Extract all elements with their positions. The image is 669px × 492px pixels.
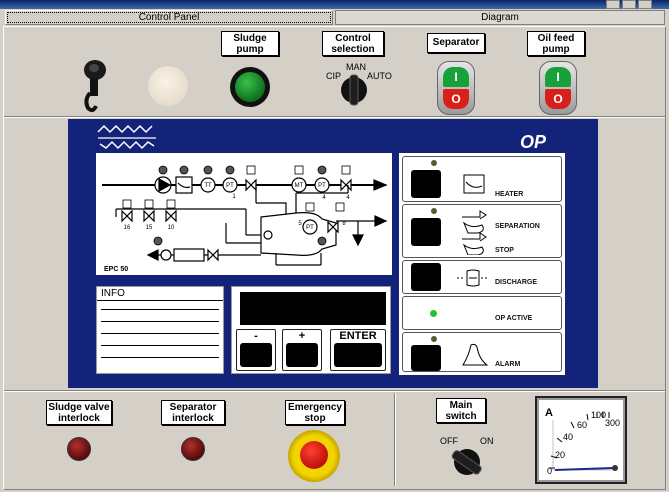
maximize-button[interactable] (622, 0, 636, 9)
discharge-row: DISCHARGE (402, 260, 562, 294)
sludge-valve-interlock-lamp (67, 437, 91, 461)
enter-key[interactable]: ENTER (330, 329, 386, 371)
tag-4b: 4 (346, 195, 350, 201)
process-diagram: TT PT MT PT PT 1 4 4 5 8 16 15 10 EPC 50 (96, 153, 392, 275)
tag-10: 10 (168, 225, 175, 231)
process-diagram-svg: TT PT MT PT PT 1 4 4 5 8 16 15 10 EPC 50 (102, 165, 388, 273)
pt-tag: PT (226, 183, 234, 189)
emergency-stop-button[interactable] (288, 430, 340, 482)
separator-start-stop-button[interactable]: I O (437, 61, 475, 115)
epc-label: EPC 50 (104, 266, 128, 273)
key-switch-icon (84, 60, 106, 113)
separation-row: SEPARATION STOP (402, 204, 562, 258)
vertical-divider (394, 393, 396, 486)
main-switch-label: Main switch (436, 398, 486, 423)
tt-tag: TT (204, 183, 212, 189)
oil-feed-pump-label: Oil feed pump (527, 31, 585, 56)
control-selection-switch[interactable] (339, 72, 369, 106)
separator-icon (462, 210, 487, 255)
op-active-led (430, 310, 437, 317)
rotary-switch-icon (451, 449, 482, 475)
tag-15: 15 (146, 225, 153, 231)
alarm-row: ALARM (402, 332, 562, 372)
emergency-stop-label: Emergency stop (285, 400, 345, 425)
heater-row: HEATER (402, 156, 562, 202)
ammeter-unit: A (545, 407, 553, 419)
minus-key[interactable]: - (236, 329, 276, 371)
discharge-button[interactable] (411, 263, 441, 291)
key-switch[interactable] (80, 58, 110, 113)
info-label: INFO (97, 287, 223, 301)
window-title-bar (0, 0, 669, 9)
status-column: HEATER SEPARATION STOP DISCHARGE OP ACTI… (399, 153, 565, 375)
oil-feed-pump-start-button[interactable]: I (545, 67, 571, 87)
tag-4: 4 (322, 195, 326, 201)
tag-16: 16 (124, 225, 131, 231)
divider-lower (4, 390, 665, 392)
oil-feed-pump-stop-button[interactable]: O (545, 89, 571, 109)
separation-button[interactable] (411, 218, 441, 246)
heater-icon (463, 174, 485, 194)
alarm-button[interactable] (411, 345, 441, 371)
op-active-row: OP ACTIVE (402, 296, 562, 330)
ammeter-tick-0: 0 (547, 466, 552, 476)
main-switch[interactable] (447, 445, 487, 479)
keypad-area: - + ENTER (231, 286, 391, 374)
minimize-button[interactable] (606, 0, 620, 9)
separator-interlock-label: Separator interlock (161, 400, 225, 425)
separator-interlock-lamp (181, 437, 205, 461)
close-button[interactable] (638, 0, 652, 9)
oil-feed-pump-start-stop-button[interactable]: I O (539, 61, 577, 115)
man-position-label: MAN (346, 62, 366, 72)
tag-1: 1 (232, 194, 236, 200)
alfa-laval-logo (96, 124, 158, 150)
ammeter-tick-60: 60 (577, 420, 587, 430)
separator-stop-button[interactable]: O (443, 89, 469, 109)
rotary-switch-icon (341, 74, 367, 106)
text-display (240, 292, 386, 325)
ammeter: A 0 20 40 60 100 300 (535, 396, 627, 484)
plus-key[interactable]: + (282, 329, 322, 371)
tag-8: 8 (342, 221, 346, 227)
sludge-pump-label: Sludge pump (221, 31, 279, 56)
ammeter-tick-20: 20 (555, 450, 565, 460)
separator-label: Separator (427, 33, 485, 53)
indicator-lamp-off (148, 66, 188, 106)
divider (4, 116, 665, 118)
ammeter-tick-40: 40 (563, 432, 573, 442)
operator-panel: OP TT PT MT PT PT 1 4 4 5 8 16 15 10 EPC… (68, 119, 598, 388)
control-selection-label: Control selection (322, 31, 384, 56)
ammeter-needle (554, 467, 614, 471)
heater-button[interactable] (411, 170, 441, 198)
auto-position-label: AUTO (367, 71, 392, 81)
separator-start-button[interactable]: I (443, 67, 469, 87)
ammeter-tick-300: 300 (605, 418, 620, 428)
op-title: OP (520, 132, 547, 152)
discharge-icon (457, 269, 489, 287)
alarm-bell-icon (462, 343, 489, 366)
ammeter-tick-100: 100 (591, 410, 606, 420)
pt-tag-lower: PT (306, 225, 314, 231)
sludge-pump-button[interactable] (230, 67, 270, 107)
tab-control-panel[interactable]: Control Panel (5, 10, 333, 25)
sludge-valve-interlock-label: Sludge valve interlock (46, 400, 112, 425)
ammeter-pivot (612, 465, 618, 471)
tab-diagram[interactable]: Diagram (335, 10, 665, 25)
pt-tag-right: PT (318, 183, 326, 189)
mt-tag: MT (295, 183, 304, 189)
info-box: INFO (96, 286, 224, 374)
ammeter-gauge: A 0 20 40 60 100 300 (545, 407, 620, 476)
alfa-laval-logo-icon (97, 124, 156, 150)
